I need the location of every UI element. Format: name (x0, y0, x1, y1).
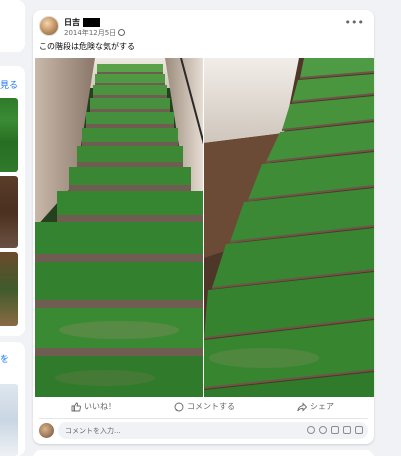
photo-grid (35, 58, 374, 397)
thumbs-up-icon (71, 402, 81, 411)
comment-input[interactable]: コメントを入力... (58, 422, 368, 439)
camera-icon[interactable] (331, 426, 339, 434)
post-actions: いいね！ コメントする シェア (39, 401, 368, 415)
redaction-bar (83, 18, 100, 27)
avatar[interactable] (39, 16, 59, 36)
next-post-card (33, 450, 374, 456)
left-card-top (0, 0, 25, 52)
photo-staircase-2[interactable] (204, 58, 374, 397)
comment-placeholder: コメントを入力... (65, 427, 121, 435)
globe-icon (118, 29, 126, 36)
post-caption: この階段は危険な気がする (39, 42, 135, 51)
avatar-sticker-icon[interactable] (307, 426, 315, 434)
left-thumbnail[interactable] (0, 176, 18, 248)
share-label: シェア (310, 402, 334, 411)
post-header: 日吉 2014年12月5日 ••• (39, 16, 368, 42)
comment-composer: コメントを入力... (39, 422, 368, 439)
see-more-link[interactable]: 見る (0, 78, 18, 91)
share-button[interactable]: シェア (297, 401, 334, 412)
share-arrow-icon (297, 401, 307, 412)
like-button[interactable]: いいね！ (71, 401, 116, 412)
staircase-image-2 (204, 58, 374, 397)
emoji-icon[interactable] (319, 426, 327, 434)
left-thumbnail[interactable] (0, 252, 18, 326)
like-label: いいね！ (84, 402, 116, 411)
more-options-button[interactable]: ••• (345, 16, 364, 29)
divider (39, 418, 368, 419)
comment-label: コメントする (187, 402, 235, 411)
left-thumbnail[interactable] (0, 384, 18, 456)
see-more-link[interactable]: を (0, 352, 9, 365)
author-name[interactable]: 日吉 (64, 17, 80, 28)
avatar (39, 423, 54, 438)
post-card: 日吉 2014年12月5日 ••• この階段は危険な気がする いいね！ コメント… (33, 10, 374, 444)
left-thumbnail[interactable] (0, 98, 18, 172)
staircase-image-1 (35, 58, 203, 397)
photo-staircase-1[interactable] (35, 58, 203, 397)
gif-icon[interactable] (343, 426, 351, 434)
sticker-icon[interactable] (355, 426, 363, 434)
post-timestamp[interactable]: 2014年12月5日 (64, 28, 126, 38)
comment-tools (307, 426, 363, 434)
comment-button[interactable]: コメントする (174, 401, 235, 412)
comment-bubble-icon (174, 402, 184, 411)
